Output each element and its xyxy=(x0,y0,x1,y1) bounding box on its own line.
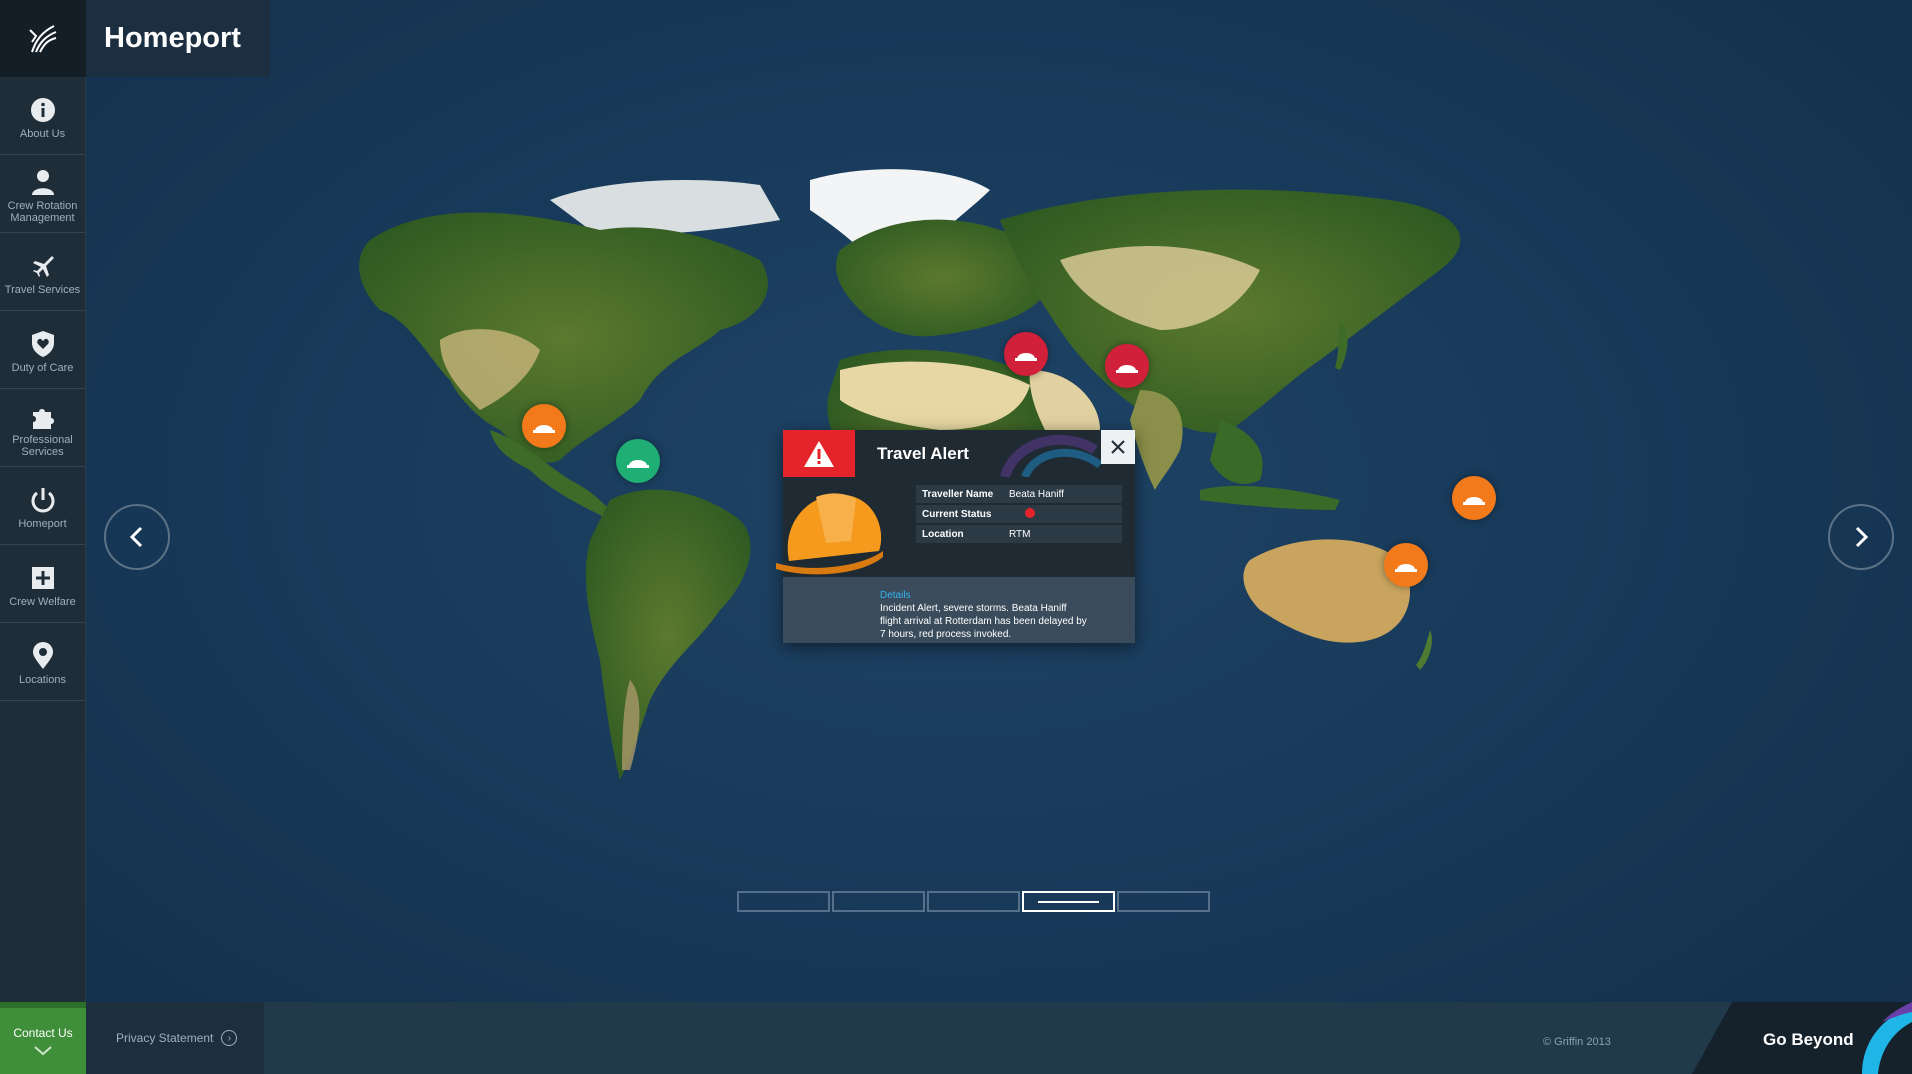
arctic-islands xyxy=(550,180,780,235)
traveller-info-table: Traveller Name Beata Haniff Current Stat… xyxy=(916,485,1122,545)
griffin-logo[interactable] xyxy=(0,0,86,77)
privacy-statement-link[interactable]: Privacy Statement › xyxy=(86,1002,264,1074)
south-america xyxy=(585,489,751,780)
hard-hat-icon xyxy=(1395,564,1417,572)
india xyxy=(1130,390,1183,490)
australia xyxy=(1243,539,1410,643)
pager-dot-4[interactable] xyxy=(1022,891,1115,912)
swoosh-decoration xyxy=(1000,434,1103,477)
page-title: Homeport xyxy=(104,22,241,54)
map-marker-east-asia[interactable] xyxy=(1452,476,1496,520)
griffin-logo-icon xyxy=(29,24,57,52)
plane-icon xyxy=(29,252,57,280)
brand-box: Go Beyond xyxy=(1692,1002,1912,1074)
info-row-traveller-name: Traveller Name Beata Haniff xyxy=(916,485,1122,503)
sidebar-item-label: About Us xyxy=(19,127,66,140)
contact-us-label: Contact Us xyxy=(13,1026,73,1040)
plus-icon xyxy=(29,564,57,592)
sidebar-item-label: Duty of Care xyxy=(11,361,74,374)
copyright: © Griffin 2013 xyxy=(1543,1036,1611,1048)
sidebar-item-label: Travel Services xyxy=(4,283,81,296)
indonesia xyxy=(1200,485,1340,510)
sidebar-item-label: Professional Services xyxy=(12,433,73,458)
prev-arrow-button[interactable] xyxy=(104,504,170,570)
map-marker-southeast-asia[interactable] xyxy=(1384,543,1428,587)
hard-hat-icon xyxy=(1015,353,1037,361)
info-key: Current Status xyxy=(922,508,992,520)
shield-heart-icon xyxy=(29,330,57,358)
sidebar-item-locations[interactable]: Locations xyxy=(0,623,85,701)
info-value: Beata Haniff xyxy=(1009,488,1064,500)
person-icon xyxy=(29,168,57,196)
hard-hat-image xyxy=(776,493,883,575)
chevron-down-icon xyxy=(34,1046,52,1056)
hard-hat-icon xyxy=(533,425,555,433)
hard-hat-icon xyxy=(627,460,649,468)
pager-dot-1[interactable] xyxy=(737,891,830,912)
sidebar-item-label: Locations xyxy=(18,673,67,686)
sidebar-item-homeport[interactable]: Homeport xyxy=(0,467,85,545)
next-arrow-button[interactable] xyxy=(1828,504,1894,570)
footer: Privacy Statement › © Griffin 2013 Go Be… xyxy=(86,1002,1912,1074)
sidebar-item-about-us[interactable]: About Us xyxy=(0,77,85,155)
new-zealand xyxy=(1416,630,1432,670)
tagline: Go Beyond xyxy=(1763,1030,1854,1049)
pager-dot-5[interactable] xyxy=(1117,891,1210,912)
sidebar-item-label: Crew Welfare xyxy=(9,595,76,608)
page-title-box: Homeport xyxy=(86,0,270,77)
popup-body: Traveller Name Beata Haniff Current Stat… xyxy=(776,477,1135,577)
chevron-right-circle-icon: › xyxy=(221,1030,238,1046)
info-value: RTM xyxy=(1009,528,1031,540)
pager-dot-2[interactable] xyxy=(832,891,925,912)
info-row-location: Location RTM xyxy=(916,525,1122,543)
popup-header: Travel Alert xyxy=(783,430,1135,477)
warning-icon xyxy=(783,430,855,477)
status-dot xyxy=(1025,507,1035,518)
map-marker-mexico[interactable] xyxy=(616,439,660,483)
sidebar-item-label: Homeport xyxy=(18,517,67,530)
info-key: Location xyxy=(922,528,964,540)
info-icon xyxy=(29,96,57,124)
sidebar-item-travel-services[interactable]: Travel Services xyxy=(0,233,85,311)
status-indicator xyxy=(1009,507,1035,521)
power-icon xyxy=(29,486,57,514)
map-marker-western-europe[interactable] xyxy=(1004,332,1048,376)
chevron-right-icon xyxy=(1855,526,1869,548)
close-icon xyxy=(1111,440,1125,454)
privacy-label: Privacy Statement xyxy=(116,1031,214,1045)
southeast-asia xyxy=(1210,420,1263,484)
sidebar-item-professional-services[interactable]: Professional Services xyxy=(0,389,85,467)
popup-details: Details Incident Alert, severe storms. B… xyxy=(783,577,1135,641)
info-row-current-status: Current Status xyxy=(916,505,1122,523)
map-marker-eastern-europe[interactable] xyxy=(1105,344,1149,388)
details-label: Details xyxy=(880,590,911,601)
pin-icon xyxy=(29,641,57,670)
hard-hat-icon xyxy=(1116,365,1138,373)
hard-hat-icon xyxy=(1463,497,1485,505)
pager-dot-3[interactable] xyxy=(927,891,1020,912)
sidebar-item-duty-of-care[interactable]: Duty of Care xyxy=(0,311,85,389)
sidebar: About Us Crew Rotation Management Travel… xyxy=(0,0,86,1074)
puzzle-icon xyxy=(29,402,57,430)
map-marker-west-us[interactable] xyxy=(522,404,566,448)
details-text: Incident Alert, severe storms. Beata Han… xyxy=(880,603,1087,640)
sidebar-item-label: Crew Rotation Management xyxy=(7,199,78,224)
travel-alert-popup: Travel Alert Traveller Name Beata Haniff xyxy=(776,430,1135,643)
chevron-left-icon xyxy=(129,526,143,548)
sidebar-item-crew-welfare[interactable]: Crew Welfare xyxy=(0,545,85,623)
close-button[interactable] xyxy=(1101,430,1135,464)
info-key: Traveller Name xyxy=(922,488,994,500)
contact-us-button[interactable]: Contact Us xyxy=(0,1002,86,1074)
popup-title: Travel Alert xyxy=(877,443,969,463)
sidebar-item-crew-rotation[interactable]: Crew Rotation Management xyxy=(0,155,85,233)
brand-swoosh-icon xyxy=(1862,1002,1912,1074)
app-root: About Us Crew Rotation Management Travel… xyxy=(0,0,1912,1074)
carousel-pager xyxy=(737,891,1210,912)
